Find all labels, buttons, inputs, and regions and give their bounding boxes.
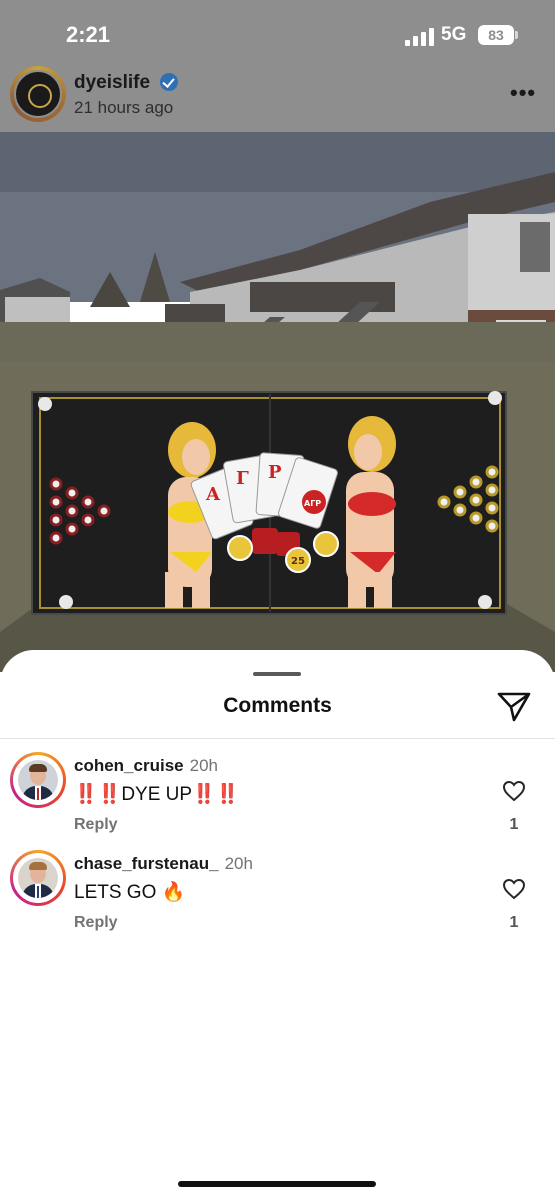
card-letter-rho: Ρ	[268, 462, 282, 483]
comment-text: ‼️‼️DYE UP‼️‼️	[74, 782, 239, 806]
post-photo: Α Γ Ρ ΑΓΡ 25	[0, 132, 555, 672]
photo-scene: Α Γ Ρ ΑΓΡ 25	[0, 132, 555, 672]
network-type: 5G	[441, 24, 467, 45]
status-bar: 2:21 5G 83	[0, 0, 555, 62]
sheet-drag-handle[interactable]	[253, 672, 301, 676]
fire-emoji: 🔥	[161, 882, 186, 903]
dim-overlay-top: 2:21 5G 83 dyeislife 21 hours ago •••	[0, 0, 555, 132]
post-header: dyeislife 21 hours ago •••	[0, 62, 555, 130]
chip-value: 25	[291, 556, 305, 567]
post-timestamp: 21 hours ago	[74, 98, 174, 117]
sheet-title: Comments	[223, 694, 332, 717]
post-author-avatar[interactable]	[10, 66, 66, 122]
status-time: 2:21	[66, 22, 111, 47]
send-icon[interactable]	[496, 690, 532, 722]
comment-text: LETS GO 🔥	[74, 880, 185, 904]
home-indicator[interactable]	[178, 1181, 376, 1187]
double-exclamation-emoji: ‼️‼️	[192, 784, 240, 805]
comment-username[interactable]: chase_furstenau_ 20h	[74, 854, 253, 874]
comment-username[interactable]: cohen_cruise 20h	[74, 756, 218, 776]
comment-username-text[interactable]: chase_furstenau_	[74, 854, 219, 873]
sheet-divider	[0, 738, 555, 739]
post-username[interactable]: dyeislife	[74, 72, 150, 94]
battery-icon: 83	[478, 25, 514, 45]
like-count: 1	[509, 914, 519, 931]
verified-badge-icon	[160, 73, 178, 91]
avatar-photo	[18, 760, 58, 800]
comment-text-body: LETS GO	[74, 882, 162, 903]
battery-tip	[515, 31, 518, 39]
avatar-photo	[18, 858, 58, 898]
avatar-logo-icon	[14, 70, 62, 118]
comments-sheet: Comments cohen_cruise 20h ‼️‼️DYE UP‼️‼️ …	[0, 650, 555, 1200]
comment-text-body: DYE UP	[121, 784, 193, 805]
heart-icon[interactable]	[502, 878, 526, 900]
card-crest-label: ΑΓΡ	[304, 499, 321, 508]
heart-icon[interactable]	[502, 780, 526, 802]
comment-username-text[interactable]: cohen_cruise	[74, 756, 184, 775]
comment-time: 20h	[224, 854, 253, 873]
reply-button[interactable]: Reply	[74, 914, 118, 932]
comment-item: cohen_cruise 20h ‼️‼️DYE UP‼️‼️ Reply 1	[0, 752, 555, 848]
comment-item: chase_furstenau_ 20h LETS GO 🔥 Reply 1	[0, 850, 555, 946]
card-letter-alpha: Α	[205, 484, 221, 505]
commenter-avatar[interactable]	[10, 850, 66, 906]
reply-button[interactable]: Reply	[74, 816, 118, 834]
commenter-avatar[interactable]	[10, 752, 66, 808]
like-count: 1	[509, 816, 519, 833]
more-options-icon[interactable]: •••	[510, 80, 536, 106]
double-exclamation-emoji: ‼️‼️	[74, 784, 122, 805]
cellular-signal-icon	[405, 28, 435, 46]
card-letter-gamma: Γ	[236, 468, 249, 489]
comment-time: 20h	[189, 756, 218, 775]
